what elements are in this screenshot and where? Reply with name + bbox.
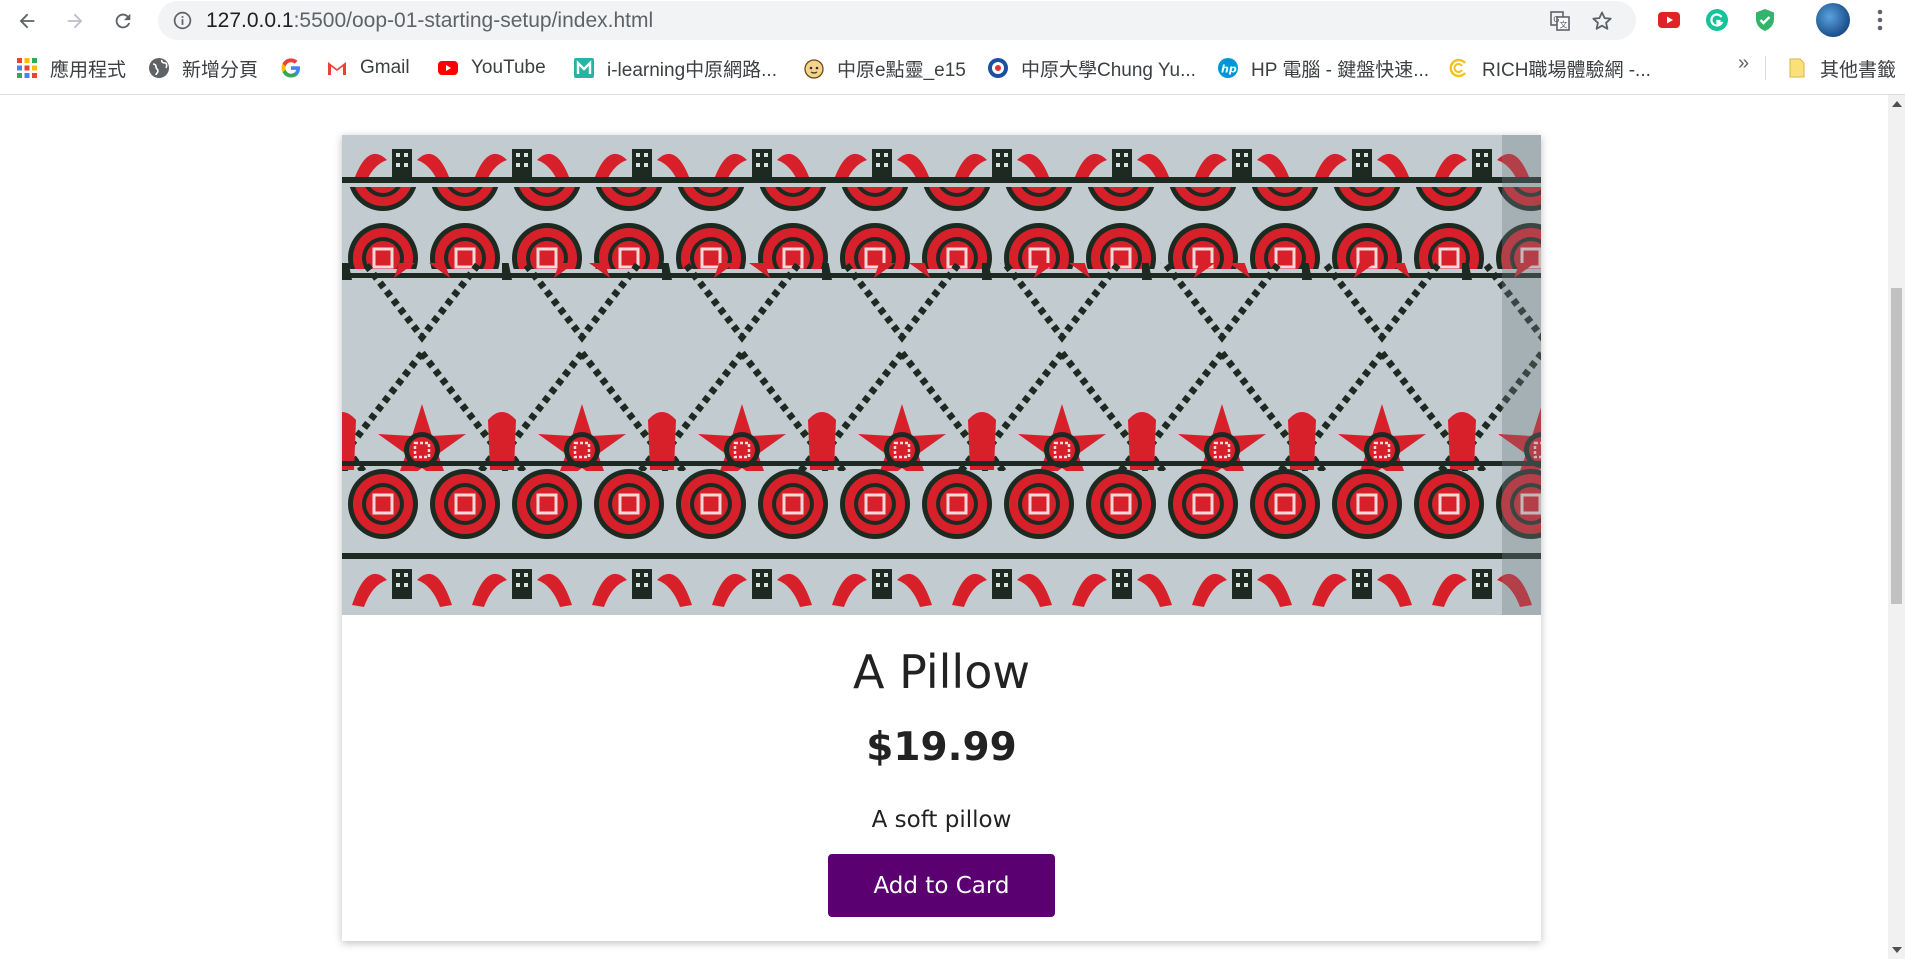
bookmarks-divider: [1765, 56, 1766, 80]
product-card: A Pillow $19.99 A soft pillow Add to Car…: [342, 135, 1541, 941]
product-price: $19.99: [866, 725, 1017, 770]
shield-check-icon[interactable]: [1752, 7, 1778, 33]
bookmark-label: 應用程式: [50, 59, 127, 81]
address-bar[interactable]: 127.0.0.1:5500/oop-01-starting-setup/ind…: [158, 1, 1636, 40]
bookmarks-bar: 應用程式 新增分頁 Gmail YouTube i-learning中原網路..…: [0, 50, 1905, 86]
bookmark-label: i-learning中原網路...: [607, 59, 777, 81]
svg-text:文: 文: [1560, 20, 1568, 30]
gmail-icon: [326, 57, 348, 79]
bookmarks-overflow-button[interactable]: »: [1738, 52, 1749, 75]
bookmark-hp[interactable]: hp HP 電腦 - 鍵盤快速...: [1217, 50, 1429, 86]
add-to-cart-button[interactable]: Add to Card: [828, 854, 1055, 917]
svg-text:G: G: [1553, 15, 1559, 24]
bookmark-label: 中原大學Chung Yu...: [1021, 59, 1196, 81]
bookmark-gmail[interactable]: Gmail: [326, 50, 410, 86]
forward-button[interactable]: [58, 4, 91, 37]
face-icon: [803, 57, 825, 79]
youtube-icon: [437, 57, 459, 79]
bookmark-cycu[interactable]: 中原大學Chung Yu...: [987, 50, 1196, 86]
arrow-left-icon: [19, 13, 34, 28]
url-text[interactable]: 127.0.0.1:5500/oop-01-starting-setup/ind…: [206, 9, 653, 33]
page-viewport: A Pillow $19.99 A soft pillow Add to Car…: [0, 95, 1888, 959]
bookmark-label: 新增分頁: [182, 59, 259, 81]
bookmark-ilearning[interactable]: i-learning中原網路...: [573, 50, 777, 86]
bookmark-youtube[interactable]: YouTube: [437, 50, 546, 86]
url-path: :5500/oop-01-starting-setup/index.html: [293, 9, 654, 32]
profile-avatar[interactable]: [1816, 3, 1850, 37]
browser-toolbar: 127.0.0.1:5500/oop-01-starting-setup/ind…: [0, 0, 1905, 41]
bookmark-label: HP 電腦 - 鍵盤快速...: [1251, 59, 1430, 81]
bookmark-other-folder[interactable]: 其他書籤: [1786, 50, 1896, 86]
info-icon[interactable]: [172, 10, 193, 31]
folder-icon: [1786, 57, 1808, 79]
product-description: A soft pillow: [871, 807, 1012, 833]
arrow-right-icon: [67, 13, 82, 28]
reload-button[interactable]: [106, 4, 139, 37]
bookmark-label: Gmail: [360, 57, 410, 78]
bookmark-star-icon[interactable]: [1590, 9, 1614, 33]
hp-icon: hp: [1217, 57, 1239, 79]
vertical-scrollbar[interactable]: [1888, 95, 1905, 959]
cycu-icon: [987, 57, 1009, 79]
translate-icon[interactable]: G 文: [1548, 9, 1572, 33]
scroll-down-arrow[interactable]: [1892, 947, 1902, 953]
apps-grid-icon: [16, 57, 38, 79]
more-menu-icon[interactable]: [1870, 7, 1890, 33]
bookmark-e15[interactable]: 中原e點靈_e15: [803, 50, 966, 86]
url-host: 127.0.0.1: [206, 9, 294, 32]
bookmark-label: 中原e點靈_e15: [837, 59, 966, 81]
product-image: [342, 135, 1541, 615]
bookmark-label: RICH職場體驗網 -...: [1482, 59, 1651, 81]
grammarly-icon[interactable]: [1704, 7, 1730, 33]
product-title: A Pillow: [853, 645, 1030, 699]
bookmark-rich[interactable]: RICH職場體驗網 -...: [1448, 50, 1651, 86]
google-icon: [280, 57, 302, 79]
scroll-up-arrow[interactable]: [1892, 101, 1902, 107]
bookmark-apps[interactable]: 應用程式: [16, 50, 126, 86]
youtube-extension-icon[interactable]: [1656, 7, 1682, 33]
bookmark-label: 其他書籤: [1820, 59, 1897, 81]
bookmark-google[interactable]: [280, 50, 314, 86]
back-button[interactable]: [10, 4, 43, 37]
svg-text:hp: hp: [1221, 63, 1237, 76]
reload-icon: [115, 13, 130, 28]
globe-icon: [148, 57, 170, 79]
rich-icon: [1448, 57, 1470, 79]
ilearning-icon: [573, 57, 595, 79]
scrollbar-thumb[interactable]: [1891, 288, 1902, 604]
bookmark-label: YouTube: [471, 57, 546, 78]
bookmark-new-tab[interactable]: 新增分頁: [148, 50, 258, 86]
